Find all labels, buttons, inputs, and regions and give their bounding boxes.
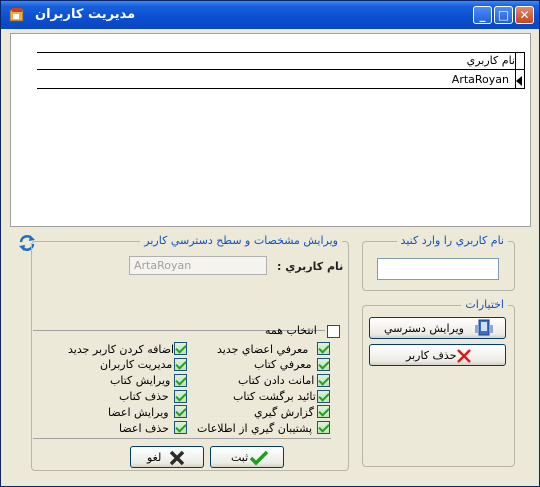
perm-add-user-label: اضافه كردن كاربر جديد	[68, 343, 175, 356]
grid-header: نام كاربري	[37, 52, 525, 70]
perm-delete-book-label: حذف كتاب	[119, 390, 169, 403]
perm-add-members-label: معرفي اعضاي جديد	[217, 343, 309, 356]
perm-return-book-label: تائيد برگشت كتاب	[233, 390, 316, 403]
delete-user-button[interactable]: حذف كاربر	[369, 344, 506, 366]
close-icon: ✕	[519, 8, 530, 22]
perm-backup-label: پشتيبان گيري از اطلاعات	[197, 422, 313, 435]
minimize-icon: _	[479, 8, 486, 22]
perm-manage-users-label: مديريت كاربران	[100, 358, 173, 371]
username-panel-legend: نام كاربري را وارد كنيد	[396, 234, 508, 247]
perm-lend-book-checkbox[interactable]	[317, 374, 330, 387]
app-icon	[9, 8, 24, 22]
perm-reports-label: گزارش گيري	[254, 406, 314, 419]
perm-add-book-checkbox[interactable]	[317, 358, 330, 371]
user-management-window: مديريت كاربران _ □ ✕ نام كاربري ArtaRoya…	[0, 0, 540, 487]
edit-panel-legend: ويرايش مشخصات و سطح دسترسي كاربر	[140, 234, 342, 247]
window-title: مديريت كاربران	[35, 7, 136, 22]
perm-backup-checkbox[interactable]	[317, 421, 330, 434]
select-all-label: انتخاب همه	[265, 324, 317, 337]
edit-user-panel: ويرايش مشخصات و سطح دسترسي كاربر	[31, 234, 349, 471]
perm-delete-members-checkbox[interactable]	[174, 421, 187, 434]
maximize-icon: □	[497, 8, 510, 22]
perm-lend-book-label: امانت دادن كتاب	[238, 374, 315, 387]
options-panel-legend: اختيارات	[461, 298, 508, 311]
perm-add-user-checkbox[interactable]	[174, 342, 187, 355]
delete-user-label: حذف كاربر	[406, 349, 457, 362]
select-all-checkbox[interactable]	[327, 325, 340, 338]
perm-delete-book-checkbox[interactable]	[174, 390, 187, 403]
checkmark-icon	[249, 450, 269, 466]
new-username-input[interactable]	[377, 258, 499, 280]
perm-edit-members-label: ويرايش اعضا	[108, 406, 169, 419]
perm-delete-members-label: حذف اعضا	[119, 422, 169, 435]
grid-column-header-username[interactable]: نام كاربري	[467, 54, 515, 67]
edit-access-label: ويرايش دسترسي	[384, 322, 464, 335]
perm-return-book-checkbox[interactable]	[317, 390, 330, 403]
current-row-indicator-icon	[516, 76, 522, 86]
users-grid[interactable]: نام كاربري ArtaRoyan	[10, 33, 531, 227]
minimize-button[interactable]: _	[473, 6, 492, 24]
maximize-button[interactable]: □	[494, 6, 513, 24]
table-row[interactable]: ArtaRoyan	[37, 71, 525, 89]
divider	[33, 438, 331, 439]
grid-border	[524, 52, 525, 89]
title-bar[interactable]: مديريت كاربران _ □ ✕	[1, 1, 539, 29]
perm-edit-book-label: ويرايش كتاب	[110, 374, 171, 387]
close-button[interactable]: ✕	[515, 6, 534, 24]
save-button[interactable]: ثبت	[210, 446, 284, 468]
perm-add-members-checkbox[interactable]	[317, 342, 330, 355]
delete-icon	[457, 349, 471, 363]
edit-username-field	[129, 256, 267, 275]
perm-manage-users-checkbox[interactable]	[174, 358, 187, 371]
perm-reports-checkbox[interactable]	[317, 405, 330, 418]
edit-access-button[interactable]: ويرايش دسترسي	[369, 317, 506, 339]
username-label: نام كاربري :	[277, 260, 344, 273]
perm-edit-book-checkbox[interactable]	[174, 374, 187, 387]
save-label: ثبت	[231, 451, 249, 464]
grid-cell-username[interactable]: ArtaRoyan	[452, 73, 509, 86]
cancel-label: لغو	[147, 451, 162, 464]
cancel-button[interactable]: لغو	[130, 446, 204, 468]
perm-add-book-label: معرفي كتاب	[254, 358, 312, 371]
perm-edit-members-checkbox[interactable]	[174, 405, 187, 418]
edit-access-icon	[475, 319, 493, 336]
cancel-icon	[169, 450, 185, 466]
